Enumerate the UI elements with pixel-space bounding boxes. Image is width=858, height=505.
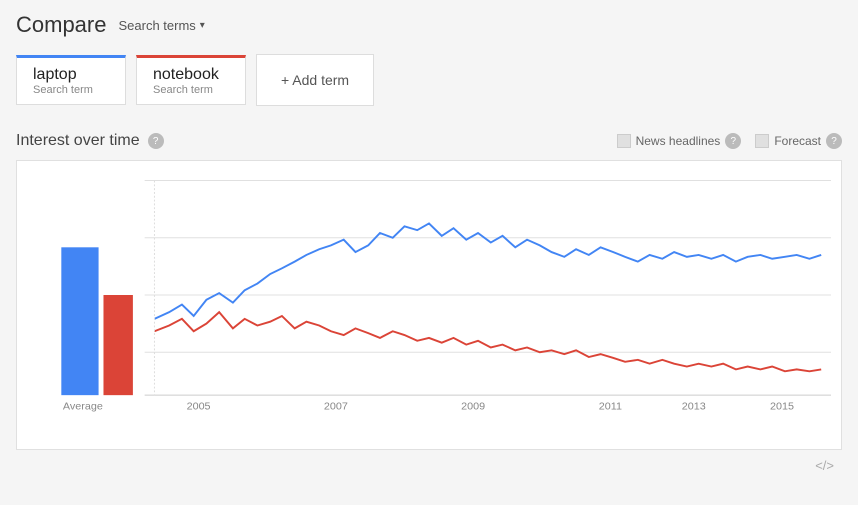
svg-text:2015: 2015: [770, 401, 794, 413]
term-chip-notebook[interactable]: notebook Search term: [136, 55, 246, 105]
term-label-notebook: Search term: [153, 84, 229, 96]
interest-help-icon[interactable]: ?: [148, 133, 164, 149]
term-chip-laptop[interactable]: laptop Search term: [16, 55, 126, 105]
bar-laptop: [61, 247, 98, 395]
forecast-help-icon[interactable]: ?: [826, 133, 842, 149]
interest-chart: Average 2005 2007 2009 2011 2013 2015: [27, 171, 831, 419]
add-term-label: + Add term: [281, 72, 349, 88]
svg-text:2013: 2013: [682, 401, 706, 413]
svg-text:2007: 2007: [324, 401, 348, 413]
legend-news-label: News headlines: [636, 134, 721, 148]
search-terms-dropdown[interactable]: Search terms ▾: [118, 18, 204, 33]
interest-title-group: Interest over time ?: [16, 132, 164, 150]
embed-button[interactable]: </>: [16, 458, 842, 477]
term-name-laptop: laptop: [33, 66, 109, 84]
term-label-laptop: Search term: [33, 84, 109, 96]
svg-text:2005: 2005: [187, 401, 211, 413]
interest-over-time-title: Interest over time: [16, 132, 140, 150]
legend-news: News headlines ?: [617, 133, 742, 149]
legend-forecast-label: Forecast: [774, 134, 821, 148]
line-notebook: [154, 312, 821, 371]
chart-container: Average 2005 2007 2009 2011 2013 2015: [16, 160, 842, 450]
interest-header: Interest over time ? News headlines ? Fo…: [16, 132, 842, 150]
legend-news-box: [617, 134, 631, 148]
svg-text:Average: Average: [63, 401, 103, 413]
news-help-icon[interactable]: ?: [725, 133, 741, 149]
svg-text:2011: 2011: [599, 401, 622, 413]
add-term-button[interactable]: + Add term: [256, 54, 374, 106]
legend-forecast: Forecast ?: [755, 133, 842, 149]
legend-group: News headlines ? Forecast ?: [617, 133, 842, 149]
chevron-down-icon: ▾: [200, 20, 205, 31]
svg-text:2009: 2009: [461, 401, 485, 413]
dropdown-label: Search terms: [118, 18, 195, 33]
term-name-notebook: notebook: [153, 66, 229, 84]
bar-notebook: [103, 295, 132, 395]
interest-section: Interest over time ? News headlines ? Fo…: [0, 122, 858, 485]
legend-forecast-box: [755, 134, 769, 148]
page-title: Compare: [16, 12, 106, 38]
terms-row: laptop Search term notebook Search term …: [0, 46, 858, 122]
